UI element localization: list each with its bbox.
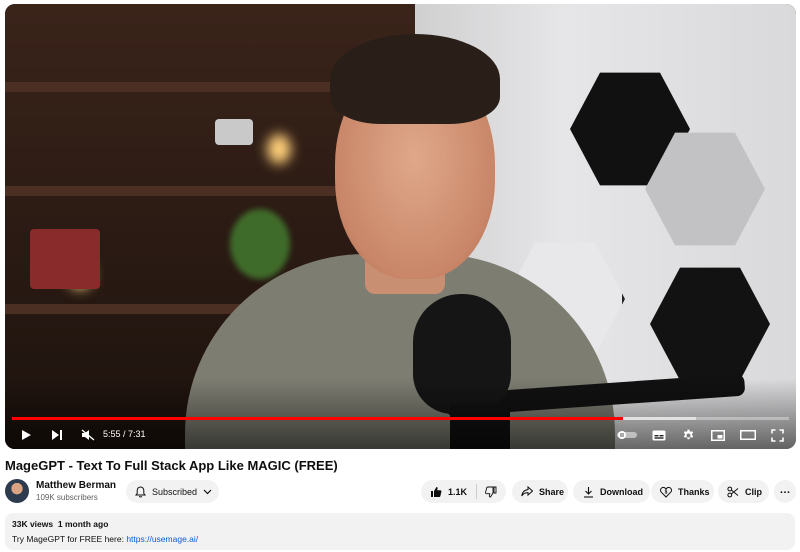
autoplay-toggle[interactable] xyxy=(615,424,639,446)
video-title: MageGPT - Text To Full Stack App Like MA… xyxy=(5,458,338,473)
channel-name[interactable]: Matthew Berman xyxy=(36,480,116,491)
thanks-label: Thanks xyxy=(678,486,710,497)
like-count: 1.1K xyxy=(448,486,468,497)
description-text: Try MageGPT for FREE here: https://usema… xyxy=(12,534,788,544)
subtitles-icon xyxy=(652,430,666,440)
dislike-button[interactable] xyxy=(477,480,497,503)
time-separator: / xyxy=(120,429,129,439)
plant xyxy=(230,209,290,279)
next-icon xyxy=(52,430,62,440)
lamp-glow xyxy=(267,134,291,164)
share-icon xyxy=(521,486,533,497)
channel-actions-row: Matthew Berman 109K subscribers Subscrib… xyxy=(5,479,796,505)
channel-avatar[interactable] xyxy=(5,479,29,503)
fullscreen-icon xyxy=(770,428,784,442)
progress-played xyxy=(12,417,624,420)
svg-text:$: $ xyxy=(665,489,668,495)
play-icon xyxy=(22,430,31,440)
video-stats: 33K views 1 month ago xyxy=(12,519,788,529)
description-line: Try MageGPT for FREE here: xyxy=(12,534,127,544)
download-label: Download xyxy=(600,486,643,497)
mute-icon xyxy=(81,429,95,441)
play-button[interactable] xyxy=(16,424,36,446)
autoplay-toggle-icon xyxy=(617,431,637,439)
upload-age: 1 month ago xyxy=(57,519,109,529)
player-controls: 5:55 / 7:31 xyxy=(5,424,796,448)
super-thanks-icon: $ xyxy=(660,486,672,498)
bell-icon xyxy=(135,485,146,497)
thumbs-down-icon xyxy=(485,486,497,497)
description-box[interactable]: 33K views 1 month ago Try MageGPT for FR… xyxy=(5,513,795,550)
subscriber-count: 109K subscribers xyxy=(36,493,98,502)
thumbs-up-icon xyxy=(431,486,442,497)
chevron-down-icon xyxy=(203,489,212,494)
clip-button[interactable]: Clip xyxy=(718,480,769,503)
settings-icon xyxy=(683,429,693,439)
subscribed-button[interactable]: Subscribed xyxy=(126,480,219,503)
theater-mode-button[interactable] xyxy=(736,424,760,446)
poster xyxy=(30,229,100,289)
description-link[interactable]: https://usemage.ai/ xyxy=(126,534,198,544)
thanks-button[interactable]: $ Thanks xyxy=(651,480,714,503)
clip-label: Clip xyxy=(745,486,762,497)
progress-bar[interactable] xyxy=(12,417,789,420)
video-player[interactable]: 5:55 / 7:31 xyxy=(5,4,796,449)
download-icon xyxy=(584,486,593,498)
view-count: 33K views xyxy=(12,519,54,529)
scissors-icon xyxy=(727,486,739,497)
next-button[interactable] xyxy=(47,424,67,446)
download-button[interactable]: Download xyxy=(573,480,650,503)
more-actions-button[interactable]: … xyxy=(774,480,796,503)
time-display: 5:55 / 7:31 xyxy=(103,429,146,439)
theater-icon xyxy=(740,430,756,440)
camera-figure xyxy=(215,119,253,145)
share-label: Share xyxy=(539,486,565,497)
total-time: 7:31 xyxy=(128,429,146,439)
share-button[interactable]: Share xyxy=(512,480,568,503)
more-actions-icon: … xyxy=(779,483,791,496)
current-time: 5:55 xyxy=(103,429,121,439)
fullscreen-button[interactable] xyxy=(766,424,788,446)
person-hair xyxy=(330,34,500,124)
mute-button[interactable] xyxy=(77,424,99,446)
like-button[interactable]: 1.1K xyxy=(430,480,467,503)
miniplayer-icon xyxy=(711,429,725,441)
subscribed-label: Subscribed xyxy=(152,486,198,497)
like-dislike-group: 1.1K xyxy=(421,480,506,503)
miniplayer-button[interactable] xyxy=(707,424,729,446)
settings-button[interactable] xyxy=(677,424,699,446)
subtitles-button[interactable] xyxy=(648,424,670,446)
